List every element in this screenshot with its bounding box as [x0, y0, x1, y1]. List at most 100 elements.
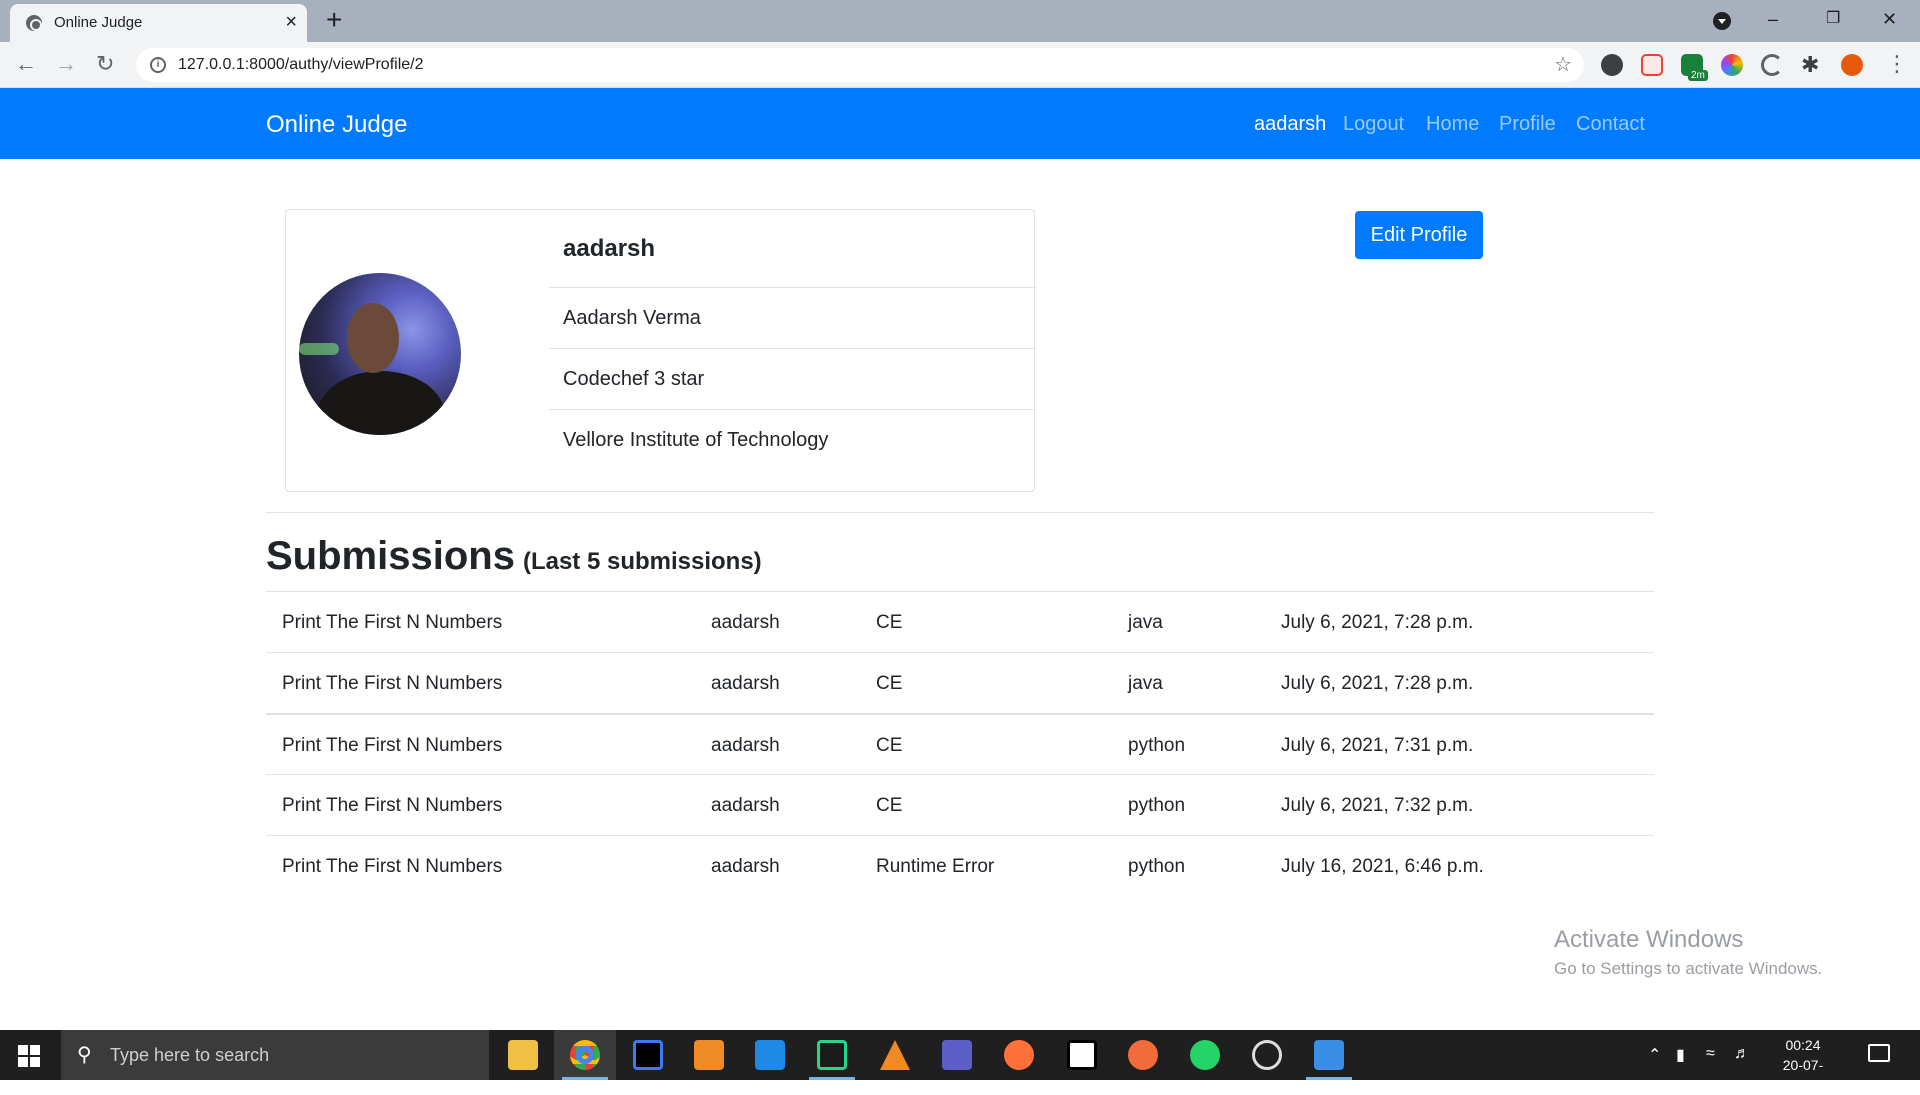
language-cell: python [1128, 856, 1186, 877]
taskbar-search-placeholder: Type here to search [110, 1045, 270, 1065]
problem-cell: Print The First N Numbers [282, 795, 503, 816]
close-tab-icon[interactable]: × [285, 11, 297, 33]
nav-logout[interactable]: Logout [1343, 113, 1404, 136]
profile-avatar-icon[interactable] [1841, 54, 1863, 76]
obs-icon[interactable] [1252, 1040, 1282, 1070]
pycharm-icon[interactable] [817, 1040, 847, 1070]
postman-icon[interactable] [1128, 1040, 1158, 1070]
table-row: Print The First N Numbers aadarsh CE pyt… [266, 713, 1654, 774]
verdict-cell: CE [876, 735, 903, 756]
activate-windows-subtitle: Go to Settings to activate Windows. [1554, 959, 1823, 978]
user-cell: aadarsh [711, 735, 780, 756]
incognito-extension-icon[interactable] [1601, 54, 1623, 76]
minimize-icon[interactable]: – [1768, 6, 1778, 32]
verdict-cell: CE [876, 673, 903, 694]
language-cell: python [1128, 735, 1186, 756]
tray-chevron-icon[interactable]: ⌃ [1648, 1045, 1661, 1065]
table-row: Print The First N Numbers aadarsh CE pyt… [266, 774, 1654, 835]
table-row: Print The First N Numbers aadarsh CE jav… [266, 652, 1654, 713]
user-cell: aadarsh [711, 856, 780, 877]
browser-tabstrip: Online Judge × + – ❐ ✕ [0, 0, 1920, 42]
table-row: Print The First N Numbers aadarsh Runtim… [266, 835, 1654, 896]
nav-contact[interactable]: Contact [1576, 113, 1645, 136]
notification-center-icon[interactable] [1868, 1044, 1890, 1062]
window-close-icon[interactable]: ✕ [1882, 6, 1897, 32]
profile-institution: Vellore Institute of Technology [549, 409, 1036, 470]
tab-search-icon[interactable] [1713, 12, 1731, 30]
browser-tab[interactable]: Online Judge × [10, 4, 307, 42]
reload-icon[interactable]: ↻ [96, 51, 114, 77]
section-divider [266, 512, 1654, 513]
browser-menu-icon[interactable]: ⋮ [1886, 52, 1908, 76]
profile-full-name: Aadarsh Verma [549, 287, 1036, 348]
clock-time: 00:24 [1785, 1037, 1821, 1053]
calendar-extension-icon[interactable] [1641, 54, 1663, 76]
back-icon[interactable]: ← [15, 51, 37, 77]
taskbar-search-box[interactable]: ⚲ Type here to search [61, 1030, 489, 1080]
whatsapp-icon[interactable] [1190, 1040, 1220, 1070]
windows-start-icon[interactable] [18, 1045, 40, 1067]
time-cell: July 16, 2021, 6:46 p.m. [1281, 856, 1484, 877]
problem-cell: Print The First N Numbers [282, 735, 503, 756]
nav-home[interactable]: Home [1426, 113, 1479, 136]
browser-toolbar: ← → ↻ i 127.0.0.1:8000/authy/viewProfile… [0, 42, 1920, 88]
nav-user[interactable]: aadarsh [1254, 113, 1326, 136]
table-row: Print The First N Numbers aadarsh CE jav… [266, 591, 1654, 652]
file-explorer-icon[interactable] [508, 1040, 538, 1070]
language-cell: python [1128, 795, 1186, 816]
new-tab-button[interactable]: + [326, 6, 342, 34]
search-icon: ⚲ [77, 1044, 92, 1066]
teams-icon[interactable] [942, 1040, 972, 1070]
user-cell: aadarsh [711, 612, 780, 633]
verdict-cell: Runtime Error [876, 856, 995, 877]
problem-cell: Print The First N Numbers [282, 673, 503, 694]
volume-icon[interactable]: ♬ [1734, 1045, 1750, 1063]
profile-bio: Codechef 3 star [549, 348, 1036, 409]
vlc-icon[interactable] [880, 1040, 910, 1070]
profile-card: aadarsh Aadarsh Verma Codechef 3 star Ve… [285, 209, 1036, 492]
submissions-heading: Submissions (Last 5 submissions) [266, 534, 762, 579]
language-cell: java [1128, 612, 1163, 633]
address-bar[interactable]: i 127.0.0.1:8000/authy/viewProfile/2 ☆ [136, 48, 1584, 82]
notion-icon[interactable] [1067, 1040, 1097, 1070]
forward-icon[interactable]: → [55, 51, 77, 77]
submissions-title: Submissions [266, 534, 515, 578]
wifi-icon[interactable]: ≈ [1706, 1045, 1715, 1063]
chrome-icon[interactable] [570, 1040, 600, 1070]
extension-badge: 2m [1688, 70, 1708, 81]
vscode-icon[interactable] [755, 1040, 785, 1070]
intellij-icon[interactable] [633, 1040, 663, 1070]
sublime-text-icon[interactable] [694, 1040, 724, 1070]
brand-link[interactable]: Online Judge [266, 111, 407, 139]
url-text[interactable]: 127.0.0.1:8000/authy/viewProfile/2 [178, 56, 424, 74]
restore-icon[interactable]: ❐ [1826, 6, 1840, 32]
verdict-cell: CE [876, 612, 903, 633]
submissions-table: Print The First N Numbers aadarsh CE jav… [266, 591, 1654, 896]
verdict-cell: CE [876, 795, 903, 816]
bookmark-star-icon[interactable]: ☆ [1554, 52, 1572, 77]
refresh-extension-icon[interactable] [1761, 54, 1783, 76]
site-navbar: Online Judge aadarsh Logout Home Profile… [0, 88, 1920, 159]
firefox-icon[interactable] [1004, 1040, 1034, 1070]
taskbar-clock[interactable]: 00:24 20-07-2021 [1768, 1035, 1838, 1095]
problem-cell: Print The First N Numbers [282, 856, 503, 877]
time-cell: July 6, 2021, 7:28 p.m. [1281, 673, 1474, 694]
user-cell: aadarsh [711, 673, 780, 694]
activate-windows-title: Activate Windows [1554, 926, 1744, 953]
user-cell: aadarsh [711, 795, 780, 816]
globe-icon [26, 15, 42, 31]
virtualbox-icon[interactable] [1314, 1040, 1344, 1070]
edit-profile-button[interactable]: Edit Profile [1355, 211, 1483, 259]
windows-taskbar: ⚲ Type here to search ⌃ ▮ ≈ ♬ 00:24 20-0… [0, 1030, 1920, 1093]
color-picker-extension-icon[interactable] [1721, 54, 1743, 76]
submissions-subtitle: (Last 5 submissions) [522, 548, 762, 575]
info-icon[interactable]: i [150, 57, 166, 73]
time-cell: July 6, 2021, 7:28 p.m. [1281, 612, 1474, 633]
language-cell: java [1128, 673, 1163, 694]
battery-icon[interactable]: ▮ [1676, 1045, 1685, 1065]
puzzle-extensions-icon[interactable]: ✱ [1801, 54, 1823, 76]
nav-profile[interactable]: Profile [1499, 113, 1556, 136]
problem-cell: Print The First N Numbers [282, 612, 503, 633]
time-cell: July 6, 2021, 7:31 p.m. [1281, 735, 1474, 756]
profile-info-list: aadarsh Aadarsh Verma Codechef 3 star Ve… [549, 210, 1036, 470]
